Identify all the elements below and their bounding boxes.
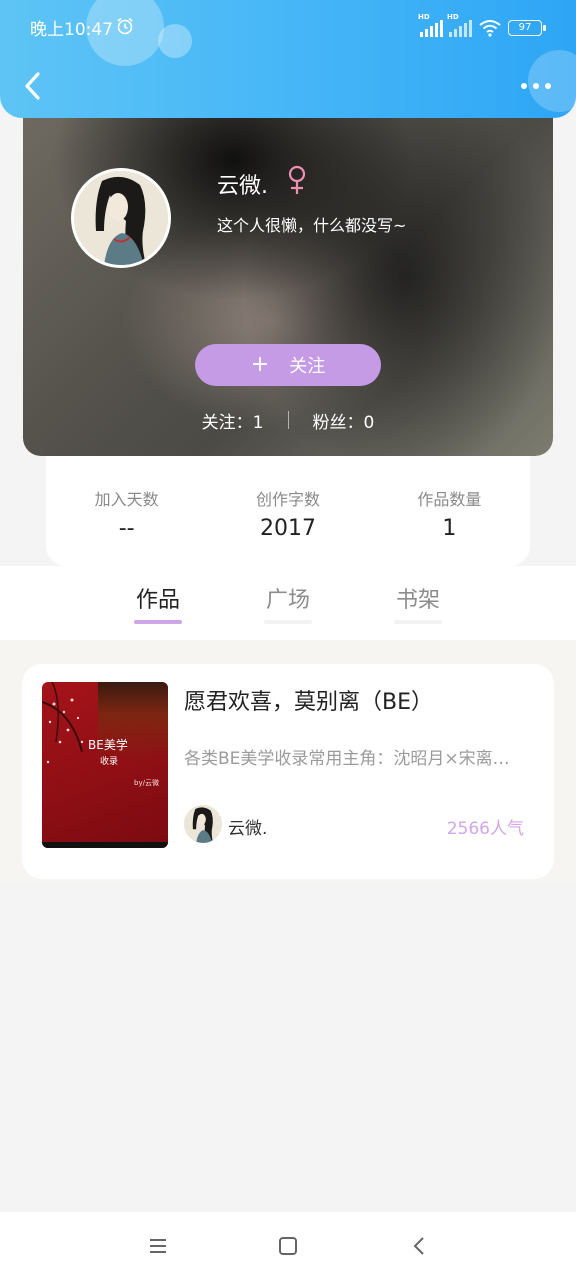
author-name[interactable]: 云微. [228,814,267,839]
following-count[interactable]: 关注：1 [178,408,288,433]
work-title[interactable]: 愿君欢喜，莫别离（BE） [184,684,433,716]
author-avatar[interactable] [184,805,222,843]
nav-back-icon[interactable] [408,1234,432,1258]
status-icons: HD HD 97 [418,13,546,40]
decorative-bubble [158,24,192,58]
avatar[interactable] [71,168,171,268]
cover-edge [42,842,168,848]
popularity-count: 2566人气 [446,819,524,839]
battery-icon: 97 [508,20,546,36]
signal-icon: HD [447,13,472,37]
cover-title: BE美学 [88,738,128,752]
avatar-illustration [74,171,168,265]
signal-icon: HD [418,13,443,37]
tab-square[interactable]: 广场 [248,582,328,614]
follow-button[interactable]: + 关注 [195,344,381,386]
tab-bookshelf[interactable]: 书架 [378,582,458,614]
work-description: 各类BE美学收录常用主角：沈昭月×宋离… [184,749,510,769]
stat-label: 加入天数 [94,490,159,509]
more-button[interactable] [518,74,554,98]
stat-label: 创作字数 [255,490,320,509]
plus-icon: + [250,352,270,377]
book-cover[interactable]: BE美学 收录 by/云微 [42,682,168,848]
author-avatar-illustration [184,805,222,843]
stats-card: 加入天数 -- 创作字数 2017 作品数量 1 [46,440,530,566]
back-button[interactable] [18,68,46,104]
home-square-icon[interactable] [276,1234,300,1258]
tab-active-indicator [134,620,182,624]
stat-word-count: 创作字数 2017 [207,440,368,566]
stat-value: -- [118,516,135,541]
menu-icon[interactable] [146,1234,170,1258]
followers-count[interactable]: 粉丝：0 [289,408,399,433]
profile-card: 云微. 这个人很懒，什么都没写~ + 关注 关注：1 粉丝：0 [23,100,553,456]
nickname: 云微. [217,174,268,199]
status-time: 晚上10:47 [30,20,113,40]
stat-join-days: 加入天数 -- [46,440,207,566]
top-header: 晚上10:47 HD HD 97 [0,0,576,118]
follow-label: 关注 [289,356,326,377]
cover-byline: by/云微 [134,779,159,787]
cover-subtitle: 收录 [100,757,119,767]
tab-works[interactable]: 作品 [118,582,198,614]
stat-label: 作品数量 [417,490,482,509]
stat-value: 2017 [259,516,316,541]
follow-counts: 关注：1 粉丝：0 [23,408,553,433]
alarm-icon [117,17,133,35]
tab-indicator [394,620,442,624]
stat-works-count: 作品数量 1 [369,440,530,566]
system-nav-bar [0,1212,576,1280]
tab-indicator [264,620,312,624]
female-icon [288,165,306,194]
stat-value: 1 [442,516,457,541]
wifi-icon [479,20,501,37]
work-card[interactable]: BE美学 收录 by/云微 愿君欢喜，莫别离（BE） 各类BE美学收录常用主角：… [22,664,554,879]
bio: 这个人很懒，什么都没写~ [217,216,407,235]
